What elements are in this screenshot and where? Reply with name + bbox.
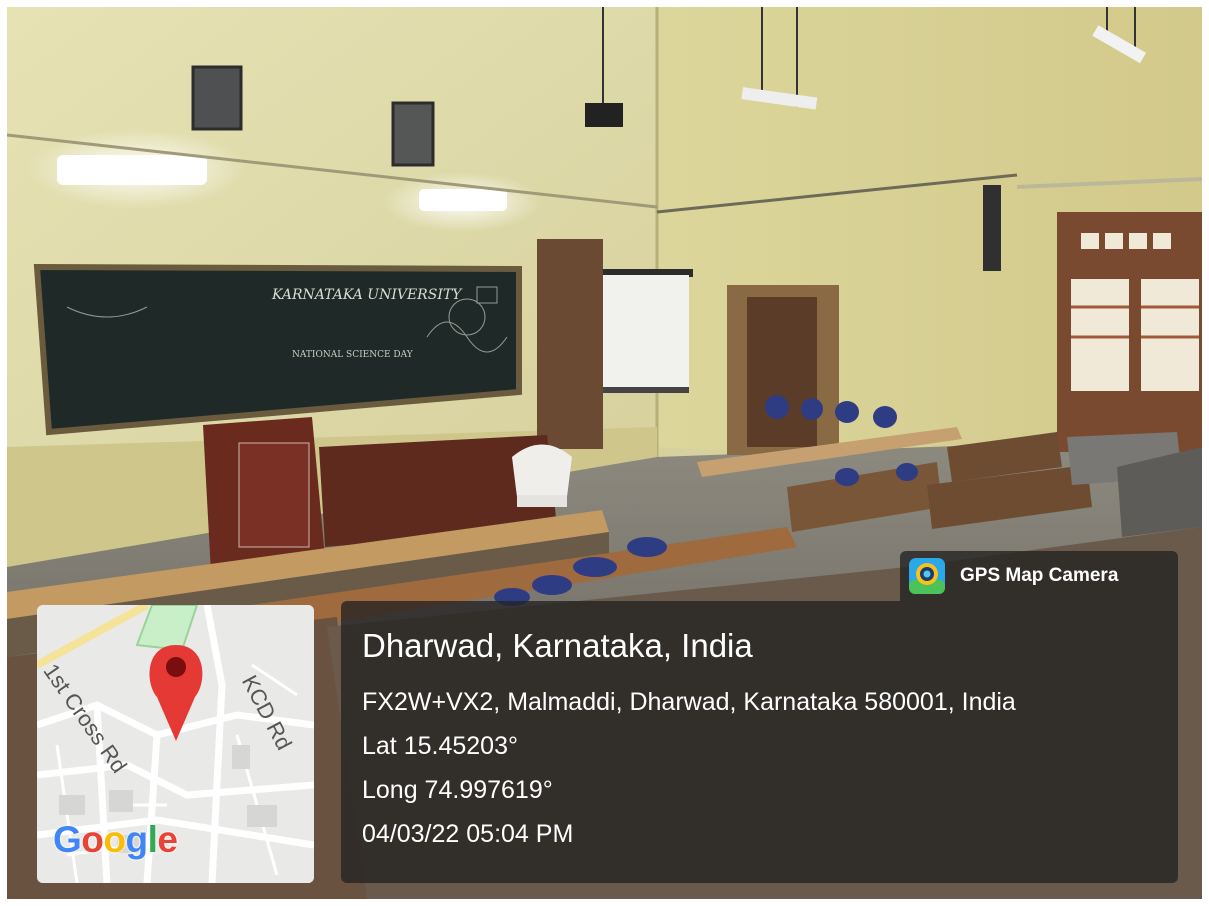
- app-badge-label: GPS Map Camera: [960, 565, 1119, 586]
- location-title: Dharwad, Karnataka, India: [362, 627, 753, 664]
- location-info-panel: Dharwad, Karnataka, India FX2W+VX2, Malm…: [341, 601, 1178, 883]
- svg-text:NATIONAL SCIENCE DAY: NATIONAL SCIENCE DAY: [292, 350, 414, 360]
- app-badge: GPS Map Camera: [900, 551, 1178, 601]
- latitude-value: Lat 15.45203°: [362, 732, 518, 760]
- google-logo: Google: [53, 819, 178, 861]
- google-logo-letter: l: [147, 819, 158, 860]
- timestamp: 04/03/22 05:04 PM: [362, 820, 574, 848]
- google-logo-letter: o: [103, 819, 126, 860]
- map-thumbnail: KCD Rd 1st Cross Rd Google: [37, 605, 314, 883]
- google-logo-letter: o: [81, 819, 104, 860]
- geotagged-photo: KARNATAKA UNIVERSITY NATIONAL SCIENCE DA…: [0, 0, 1209, 906]
- gps-map-camera-app-icon: [909, 558, 945, 594]
- longitude-value: Long 74.997619°: [362, 776, 553, 804]
- svg-text:KARNATAKA UNIVERSITY: KARNATAKA UNIVERSITY: [271, 287, 463, 303]
- location-address: FX2W+VX2, Malmaddi, Dharwad, Karnataka 5…: [362, 688, 1016, 716]
- google-logo-letter: G: [53, 819, 82, 860]
- google-logo-letter: e: [157, 819, 178, 860]
- google-logo-letter: g: [125, 819, 149, 860]
